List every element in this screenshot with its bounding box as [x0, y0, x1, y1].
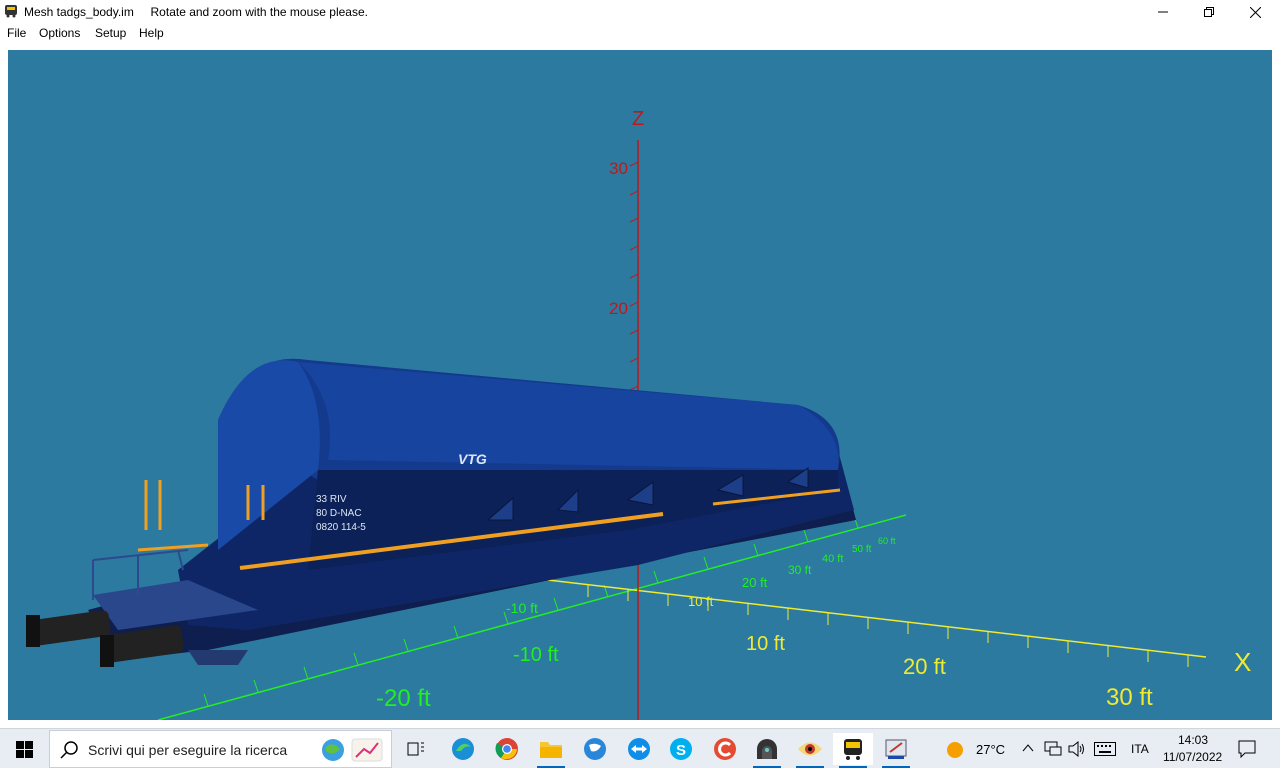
language-indicator[interactable]: ITA [1131, 742, 1149, 756]
yellow-tick-10b: 10 ft [688, 594, 714, 609]
skype-taskbar-button[interactable]: S [661, 733, 701, 765]
green-tick-30: 30 ft [788, 563, 812, 577]
search-highlight-icon [322, 738, 383, 762]
menu-bar: File Options Setup Help [0, 24, 1280, 42]
task-view-icon [407, 742, 424, 756]
wagon-model: VTG 33 RIV 80 D-NAC 0820 114-5 [26, 358, 856, 667]
app-icon [5, 5, 17, 18]
green-tick-neg10b: -10 ft [506, 600, 538, 616]
edge-icon [452, 738, 474, 760]
volume-icon[interactable] [1068, 741, 1086, 757]
mesh-scene: -20 ft -10 ft -10 ft 20 ft 30 ft 40 ft 5… [26, 108, 1251, 720]
green-tick-20: 20 ft [742, 575, 768, 590]
notifications-icon[interactable] [1238, 740, 1256, 758]
weather-sun-icon [947, 742, 963, 758]
editor-taskbar-button[interactable] [876, 733, 916, 768]
chrome-taskbar-button[interactable] [487, 733, 527, 765]
svg-text:S: S [676, 742, 686, 759]
tunnel-icon [757, 739, 777, 759]
close-icon [1249, 6, 1261, 18]
wagon-mark-1: 33 RIV [316, 494, 347, 505]
chevron-up-icon[interactable] [1022, 743, 1034, 753]
green-tick-60: 60 ft [878, 536, 896, 546]
z-tick-20: 20 [609, 299, 628, 318]
window-title: Mesh tadgs_body.im Rotate and zoom with … [24, 5, 368, 19]
search-box[interactable]: Scrivi qui per eseguire la ricerca [49, 730, 392, 768]
green-tick-neg10: -10 ft [513, 644, 559, 666]
menu-file[interactable]: File [7, 26, 26, 40]
ccleaner-icon [714, 738, 736, 760]
menu-setup[interactable]: Setup [95, 26, 126, 40]
menu-options[interactable]: Options [39, 26, 80, 40]
folder-icon [540, 742, 562, 758]
yellow-tick-10: 10 ft [746, 633, 785, 655]
z-axis-label: Z [632, 108, 644, 130]
start-button[interactable] [0, 729, 48, 768]
clock-date[interactable]: 11/07/2022 [1163, 750, 1222, 764]
weather-temp[interactable]: 27°C [976, 742, 1005, 757]
windows-icon [15, 740, 33, 758]
yellow-axis: 10 ft 20 ft 30 ft 10 ft X [547, 579, 1251, 711]
explorer-taskbar-button[interactable] [531, 733, 571, 768]
globe-app-icon [584, 738, 606, 760]
search-icon [60, 741, 78, 759]
green-tick-neg20: -20 ft [376, 685, 431, 712]
green-tick-40: 40 ft [822, 553, 843, 565]
yellow-tick-20: 20 ft [903, 654, 946, 679]
title-bar: Mesh tadgs_body.im Rotate and zoom with … [0, 0, 1280, 24]
taskbar: Scrivi qui per eseguire la ricerca S 27°… [0, 728, 1280, 768]
eye-app-taskbar-button[interactable] [790, 733, 830, 768]
ccleaner-taskbar-button[interactable] [705, 733, 745, 765]
green-tick-50: 50 ft [852, 544, 872, 555]
restore-icon [1204, 7, 1214, 17]
keyboard-icon[interactable] [1094, 742, 1116, 756]
chrome-icon [495, 738, 518, 760]
eye-icon [798, 742, 822, 756]
teamviewer-icon [628, 738, 650, 760]
clock-time[interactable]: 14:03 [1178, 733, 1208, 747]
z-tick-30: 30 [609, 159, 628, 178]
teamviewer-taskbar-button[interactable] [619, 733, 659, 765]
wagon-brand: VTG [458, 451, 487, 467]
restore-button[interactable] [1186, 0, 1232, 24]
yellow-tick-30: 30 ft [1106, 684, 1153, 711]
edge-taskbar-button[interactable] [443, 733, 483, 765]
mesh-viewport[interactable]: -20 ft -10 ft -10 ft 20 ft 30 ft 40 ft 5… [8, 50, 1272, 720]
editor-icon [885, 739, 907, 759]
minimize-icon [1158, 11, 1168, 13]
network-icon[interactable] [1044, 741, 1062, 757]
app-globe-taskbar-button[interactable] [575, 733, 615, 765]
x-axis-label: X [1234, 647, 1251, 677]
skype-icon: S [670, 738, 692, 760]
task-view-button[interactable] [396, 733, 436, 765]
wagon-mark-2: 80 D-NAC [316, 508, 362, 519]
close-button[interactable] [1232, 0, 1278, 24]
mesh-viewer-taskbar-button[interactable] [833, 733, 873, 768]
menu-help[interactable]: Help [139, 26, 164, 40]
train-icon [844, 739, 862, 760]
wagon-mark-3: 0820 114-5 [316, 522, 366, 533]
search-placeholder: Scrivi qui per eseguire la ricerca [88, 742, 288, 758]
tunnel-app-taskbar-button[interactable] [747, 733, 787, 768]
minimize-button[interactable] [1140, 0, 1186, 24]
